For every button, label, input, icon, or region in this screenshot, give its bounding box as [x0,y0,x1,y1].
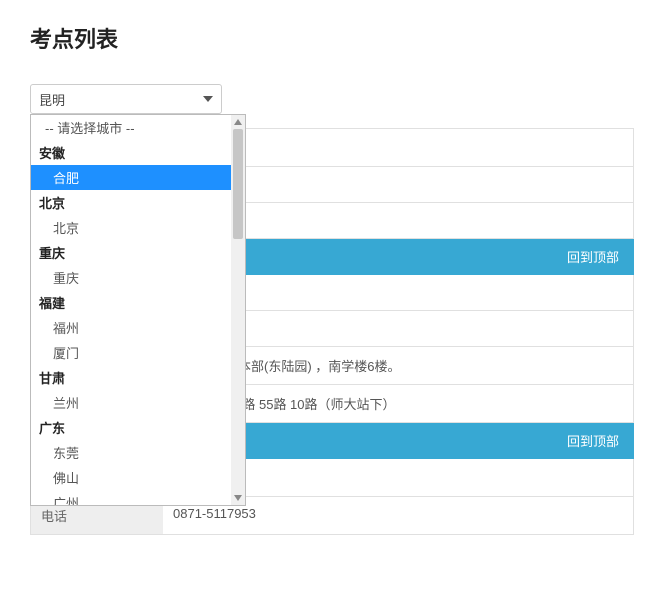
scroll-down-arrow-icon[interactable] [231,491,245,505]
scroll-thumb[interactable] [233,129,243,239]
dropdown-option[interactable]: 福州 [31,315,231,340]
back-to-top-link[interactable]: 回到顶部 [567,247,619,266]
dropdown-optgroup: 重庆 [31,240,231,265]
scroll-up-arrow-icon[interactable] [231,115,245,129]
dropdown-option[interactable]: 重庆 [31,265,231,290]
dropdown-optgroup: 甘肃 [31,365,231,390]
dropdown-option[interactable]: 厦门 [31,340,231,365]
dropdown-option[interactable]: 北京 [31,215,231,240]
page-title: 考点列表 [30,22,634,54]
dropdown-option[interactable]: 兰州 [31,390,231,415]
city-dropdown-panel: -- 请选择城市 --安徽合肥北京北京重庆重庆福建福州厦门甘肃兰州广东东莞佛山广… [30,114,246,506]
city-dropdown-trigger[interactable]: 昆明 [30,84,222,114]
dropdown-option[interactable]: 东莞 [31,440,231,465]
dropdown-optgroup: 福建 [31,290,231,315]
dropdown-optgroup: 广东 [31,415,231,440]
city-dropdown: 昆明 -- 请选择城市 --安徽合肥北京北京重庆重庆福建福州厦门甘肃兰州广东东莞… [30,84,222,114]
dropdown-placeholder-option[interactable]: -- 请选择城市 -- [31,115,231,140]
dropdown-optgroup: 北京 [31,190,231,215]
dropdown-option[interactable]: 广州 [31,490,231,505]
dropdown-option[interactable]: 佛山 [31,465,231,490]
dropdown-optgroup: 安徽 [31,140,231,165]
chevron-down-icon [203,96,213,102]
city-dropdown-list[interactable]: -- 请选择城市 --安徽合肥北京北京重庆重庆福建福州厦门甘肃兰州广东东莞佛山广… [31,115,231,505]
back-to-top-link[interactable]: 回到顶部 [567,431,619,450]
dropdown-option[interactable]: 合肥 [31,165,231,190]
dropdown-scrollbar[interactable] [231,115,245,505]
city-dropdown-selected: 昆明 [39,90,65,109]
scroll-track[interactable] [231,129,245,491]
